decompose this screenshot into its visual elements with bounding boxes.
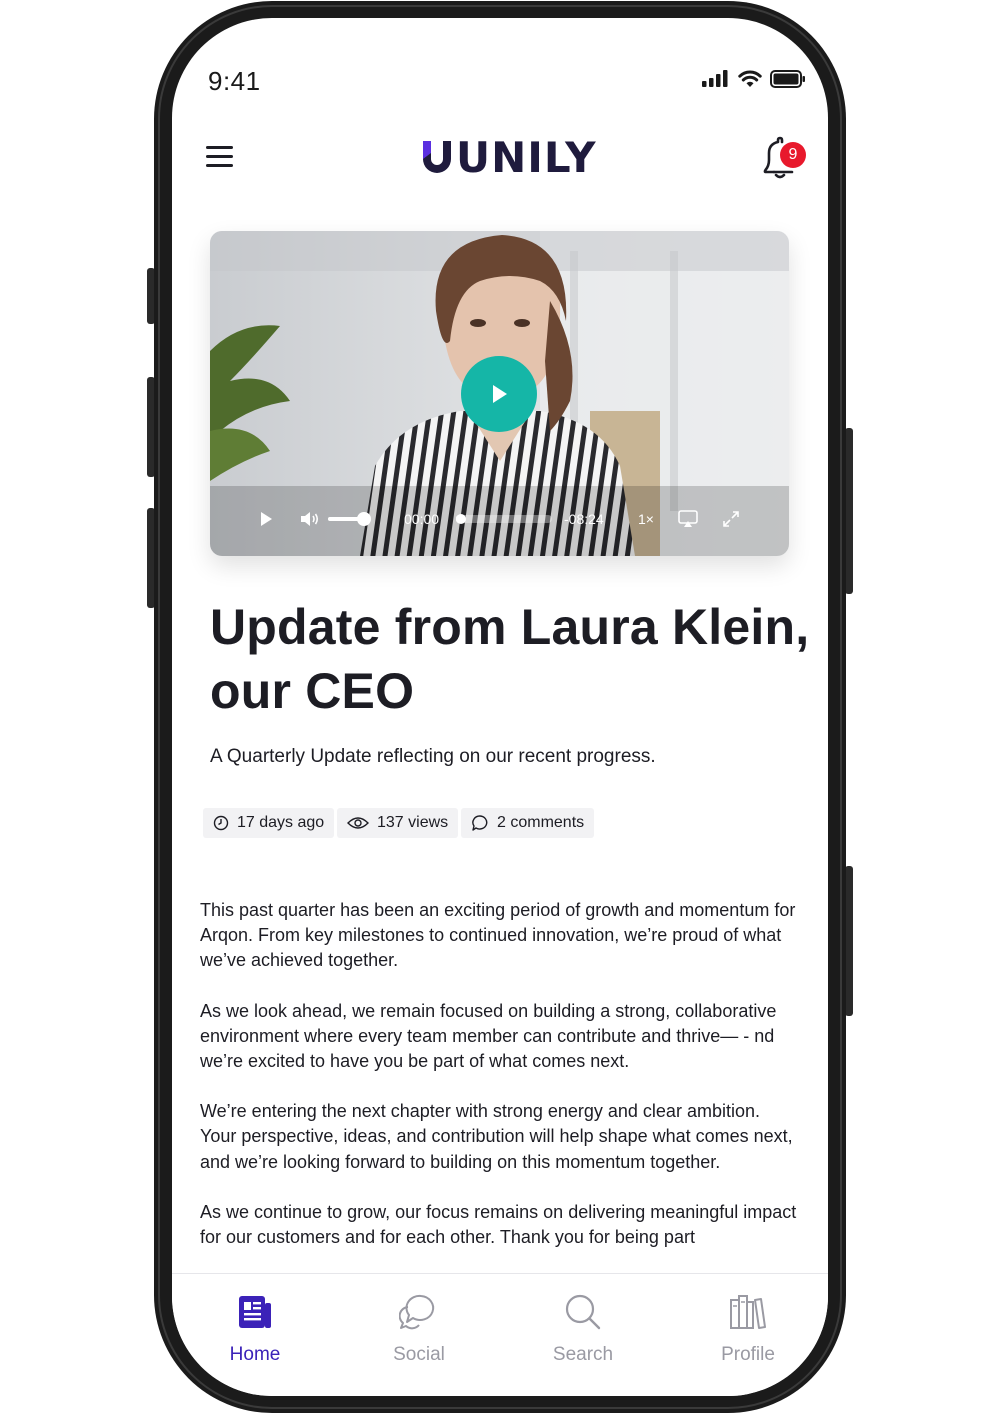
article-body: This past quarter has been an exciting p…	[200, 898, 800, 1275]
tab-search[interactable]: Search	[528, 1292, 638, 1366]
play-small-icon	[261, 512, 272, 526]
comment-icon	[472, 815, 488, 831]
progress-track	[456, 514, 552, 524]
tab-label: Social	[393, 1344, 445, 1365]
playback-speed-button[interactable]: 1×	[638, 501, 654, 537]
volume-button[interactable]	[300, 501, 320, 537]
wifi-icon	[738, 70, 762, 87]
fullscreen-icon	[723, 511, 739, 527]
tab-label: Home	[229, 1344, 281, 1365]
video-player[interactable]: 00:00 -08:24 1×	[210, 231, 789, 556]
progress-bar[interactable]	[456, 501, 556, 537]
menu-line-icon	[206, 164, 233, 167]
airplay-icon	[678, 510, 698, 527]
meta-views: 137 views	[337, 808, 459, 838]
article-paragraph: As we look ahead, we remain focused on b…	[200, 1000, 777, 1072]
tab-label: Profile	[721, 1344, 775, 1365]
article-title: Update from Laura Klein, our CEO	[210, 599, 810, 719]
unily-logo[interactable]: UNILY	[420, 133, 597, 182]
notifications-button[interactable]: 9	[760, 136, 810, 182]
volume-slider[interactable]	[328, 501, 376, 537]
notification-badge: 9	[780, 142, 806, 168]
tab-profile[interactable]: Profile	[693, 1292, 803, 1366]
hamburger-menu-button[interactable]	[206, 146, 236, 172]
newspaper-icon	[239, 1296, 271, 1328]
side-button-lower	[845, 866, 853, 1016]
menu-line-icon	[206, 146, 233, 149]
big-play-button[interactable]	[461, 356, 537, 432]
article-paragraph: As we continue to grow, our focus remain…	[200, 1201, 797, 1248]
volume-icon	[301, 512, 319, 526]
menu-line-icon	[206, 155, 233, 158]
logo-u-mark-icon	[423, 141, 451, 173]
time-ago-text: 17 days ago	[237, 814, 325, 831]
logo-text: UNILY	[456, 132, 597, 182]
meta-time-ago: 17 days ago	[203, 808, 335, 838]
power-button	[845, 428, 853, 594]
comments-text: 2 comments	[497, 814, 585, 831]
progress-knob[interactable]	[456, 514, 466, 524]
airplay-button[interactable]	[678, 501, 698, 537]
video-controls: 00:00 -08:24 1×	[210, 501, 789, 537]
article-subtitle: A Quarterly Update reflecting on our rec…	[210, 746, 656, 767]
signal-icon	[702, 70, 728, 87]
control-play-button[interactable]	[258, 501, 274, 537]
tab-social[interactable]: Social	[364, 1292, 474, 1366]
volume-knob[interactable]	[356, 512, 371, 526]
article-paragraph: We’re entering the next chapter with str…	[200, 1101, 793, 1172]
books-icon	[730, 1295, 766, 1329]
bottom-tab-bar: Home Social Search Profile	[172, 1273, 828, 1396]
play-icon	[493, 385, 507, 403]
meta-comments[interactable]: 2 comments	[461, 808, 595, 838]
status-icons	[702, 70, 806, 88]
remaining-time: -08:24	[564, 511, 604, 527]
current-time: 00:00	[404, 511, 440, 527]
tab-home[interactable]: Home	[200, 1292, 310, 1366]
tab-label: Search	[552, 1344, 614, 1365]
clock-icon	[213, 815, 229, 831]
app-screen: 9:41 UNILY 9 00:00 -08:24 1× Update from…	[172, 18, 828, 1396]
eye-icon	[347, 817, 369, 829]
search-icon	[565, 1294, 601, 1330]
fullscreen-button[interactable]	[722, 501, 740, 537]
battery-icon	[770, 70, 805, 88]
volume-track	[328, 512, 371, 526]
article-paragraph: This past quarter has been an exciting p…	[200, 900, 796, 971]
chat-bubbles-icon	[399, 1294, 435, 1330]
views-text: 137 views	[377, 814, 449, 831]
status-time: 9:41	[208, 66, 261, 96]
